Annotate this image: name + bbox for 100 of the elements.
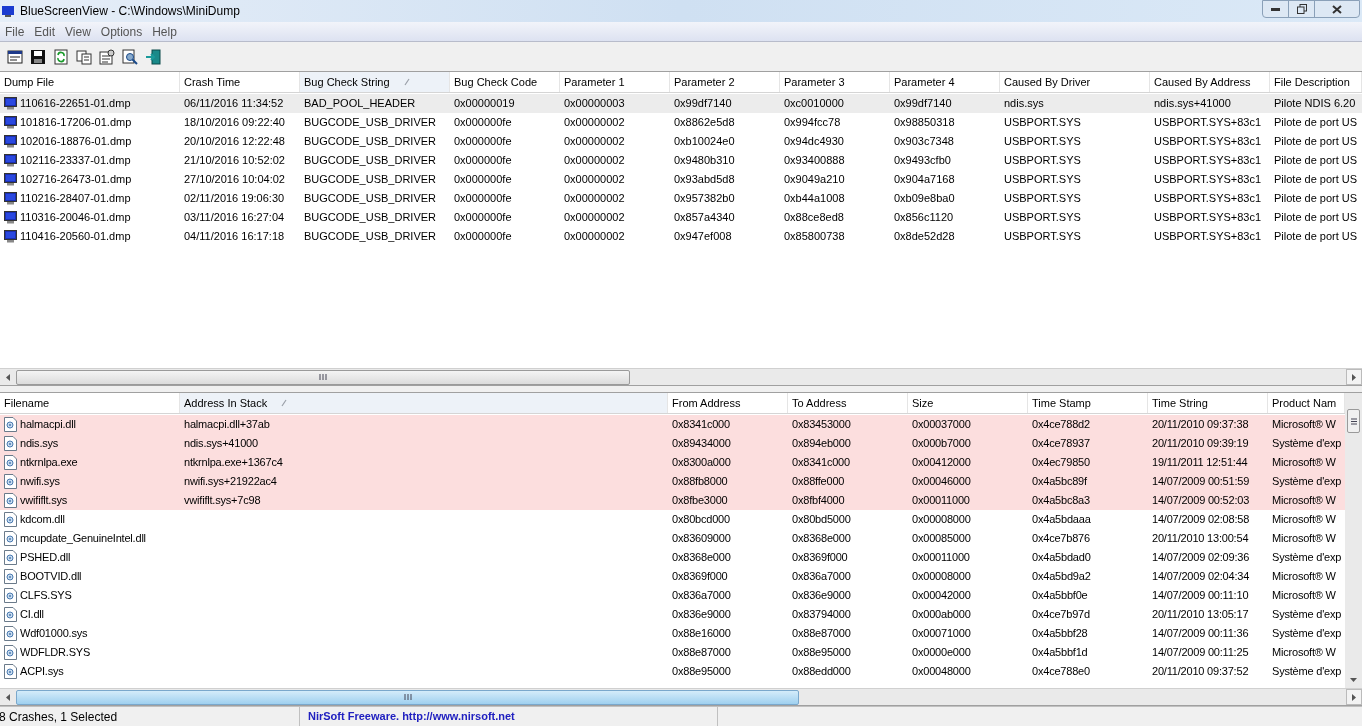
table-cell-text: ntkrnlpa.exe (20, 455, 78, 471)
table-cell-text: 0x00071000 (912, 626, 971, 642)
app-icon (2, 5, 14, 17)
table-cell-text: 14/07/2009 00:11:25 (1152, 645, 1249, 661)
window-icon (7, 48, 23, 65)
table-cell-text: 0x00000002 (564, 134, 625, 150)
scrollbar-thumb[interactable] (1347, 409, 1360, 433)
table-cell-text: 0x00000002 (564, 191, 625, 207)
table-cell-text: 0x4a5bbf0e (1032, 588, 1088, 604)
menu-item[interactable]: Options (95, 22, 148, 41)
table-cell-text: 0x00037000 (912, 417, 971, 433)
table-cell-text: 19/11/2011 12:51:44 (1152, 455, 1248, 471)
table-cell-text: nwifi.sys (20, 474, 60, 490)
table-cell-text: 102716-26473-01.dmp (20, 172, 132, 188)
scroll-right-button[interactable] (1346, 689, 1362, 705)
table-cell-text: 0x8862e5d8 (674, 115, 735, 131)
table-cell-text: 101816-17206-01.dmp (20, 115, 132, 131)
left-arrow-icon (6, 693, 10, 701)
table-cell-text: 0x88ce8ed8 (784, 210, 844, 226)
table-cell-text: 0x85800738 (784, 229, 845, 245)
horizontal-scrollbar[interactable] (0, 368, 1362, 385)
table-cell-text: kdcom.dll (20, 512, 65, 528)
horizontal-scrollbar[interactable] (0, 688, 1362, 705)
vertical-scrollbar[interactable] (1345, 393, 1362, 688)
table-cell-text: 0x000ab000 (912, 607, 971, 623)
table-row[interactable]: ntkrnlpa.exe ntkrnlpa.exe+1367c4 0x8300a000 0x8341c000 0x00412000 0x4ec79850 19/11/2011 12:51:44 Microsoft® W (0, 453, 1345, 472)
table-cell-text: BUGCODE_USB_DRIVER (304, 172, 437, 188)
file-gear-icon (4, 645, 17, 660)
table-cell-text: USBPORT.SYS+83c1 (1154, 210, 1262, 226)
table-cell-text: 0x83453000 (792, 417, 851, 433)
copy-icon (76, 48, 92, 65)
table-cell-text: 0x94dc4930 (784, 134, 844, 150)
table-cell-text: 0x0000e000 (912, 645, 971, 661)
table-cell-text: Pilote de port US (1274, 134, 1358, 150)
table-row[interactable]: ndis.sys ndis.sys+41000 0x89434000 0x894eb000 0x000b7000 0x4ce78937 20/11/2010 09:39:19 Système d'exp (0, 434, 1345, 453)
file-gear-icon (4, 455, 17, 470)
table-cell-text: 14/07/2009 00:11:10 (1152, 588, 1249, 604)
refresh-icon (53, 48, 69, 65)
table-cell-text: 0x00000002 (564, 153, 625, 169)
table-cell-text: USBPORT.SYS+83c1 (1154, 115, 1262, 131)
column-header[interactable]: Bug Check String (300, 72, 450, 92)
scrollbar-thumb[interactable] (16, 689, 799, 705)
menu-item[interactable]: Help (147, 22, 182, 41)
table-cell-text: 0x8368e000 (792, 531, 851, 547)
table-cell-text: Microsoft® W (1272, 455, 1336, 471)
table-cell-text: 18/10/2016 09:22:40 (184, 115, 285, 131)
table-row[interactable]: vwififlt.sys vwififlt.sys+7c98 0x8fbe3000 0x8fbf4000 0x00011000 0x4a5bc8a3 14/07/2009 00:52:03 Microsoft® W (0, 491, 1345, 510)
table-cell-text: 14/07/2009 00:52:03 (1152, 493, 1250, 509)
table-cell-text: 0x000000fe (454, 134, 512, 150)
table-row[interactable]: 110616-22651-01.dmp 06/11/2016 11:34:52 BAD_POOL_HEADER 0x00000019 0x00000003 0x99df7140 0xc0010000 0x99df7140 ndis.sys ndis.sys+41000 Pilote NDIS 6.20 (0, 94, 1362, 113)
table-cell-text: 06/11/2016 11:34:52 (184, 96, 284, 112)
monitor-icon (4, 230, 17, 243)
file-gear-icon (4, 512, 17, 527)
table-cell-text: 20/11/2010 09:37:38 (1152, 417, 1249, 433)
table-cell-text: 0x00011000 (912, 493, 970, 509)
table-cell-text: Pilote de port US (1274, 172, 1358, 188)
table-cell-text: 0x8368e000 (672, 550, 731, 566)
website-link[interactable]: NirSoft Freeware. http://www.nirsoft.net (308, 708, 515, 725)
table-cell-text: 0x00000019 (454, 96, 515, 112)
table-cell-text: Microsoft® W (1272, 531, 1336, 547)
table-cell-text: USBPORT.SYS (1004, 191, 1081, 207)
file-gear-icon (4, 588, 17, 603)
table-cell-text: 0x98850318 (894, 115, 955, 131)
table-cell-text: 0x00008000 (912, 569, 971, 585)
file-gear-icon (4, 474, 17, 489)
table-cell-text: 0x99df7140 (894, 96, 952, 112)
table-cell-text: Microsoft® W (1272, 645, 1336, 661)
table-cell-text: 0x904a7168 (894, 172, 955, 188)
column-header[interactable]: Address In Stack (180, 393, 668, 413)
table-cell-text: 0x00042000 (912, 588, 971, 604)
table-cell-text: 20/11/2010 09:39:19 (1152, 436, 1249, 452)
table-cell-text: 0x857a4340 (674, 210, 735, 226)
menu-item[interactable]: File (0, 22, 30, 41)
table-cell-text: 0x88e16000 (672, 626, 731, 642)
table-cell-text: 0x9049a210 (784, 172, 845, 188)
table-row[interactable]: halmacpi.dll halmacpi.dll+37ab 0x8341c000 0x83453000 0x00037000 0x4ce788d2 20/11/2010 09:37:38 Microsoft® W (0, 415, 1345, 434)
table-row[interactable]: nwifi.sys nwifi.sys+21922ac4 0x88fb8000 0x88ffe000 0x00046000 0x4a5bc89f 14/07/2009 00:51:59 Système d'exp (0, 472, 1345, 491)
table-cell-text: PSHED.dll (20, 550, 71, 566)
table-cell-text: 0x00085000 (912, 531, 971, 547)
table-cell-text: WDFLDR.SYS (20, 645, 91, 661)
table-cell-text: 21/10/2016 10:52:02 (184, 153, 285, 169)
table-cell-text: CI.dll (20, 607, 44, 623)
scroll-right-button[interactable] (1346, 369, 1362, 385)
table-cell-text: 0x00008000 (912, 512, 971, 528)
file-gear-icon (4, 436, 17, 451)
menu-item[interactable]: View (60, 22, 96, 41)
table-cell-text: 0x83794000 (792, 607, 851, 623)
menu-item[interactable]: Edit (29, 22, 61, 41)
scrollbar-thumb[interactable] (16, 369, 630, 385)
table-cell-text: 0x894eb000 (792, 436, 851, 452)
table-cell-text: 0x4ce7b876 (1032, 531, 1090, 547)
table-cell-text: BUGCODE_USB_DRIVER (304, 115, 437, 131)
table-cell-text: USBPORT.SYS (1004, 134, 1081, 150)
table-cell-text: 0x9480b310 (674, 153, 735, 169)
table-cell-text: ndis.sys (20, 436, 59, 452)
table-cell-text: 0x00046000 (912, 474, 971, 490)
down-arrow-icon (1350, 678, 1357, 682)
table-cell-text: USBPORT.SYS+83c1 (1154, 134, 1262, 150)
table-cell-text: Pilote de port US (1274, 210, 1358, 226)
table-cell-text: BUGCODE_USB_DRIVER (304, 210, 437, 226)
